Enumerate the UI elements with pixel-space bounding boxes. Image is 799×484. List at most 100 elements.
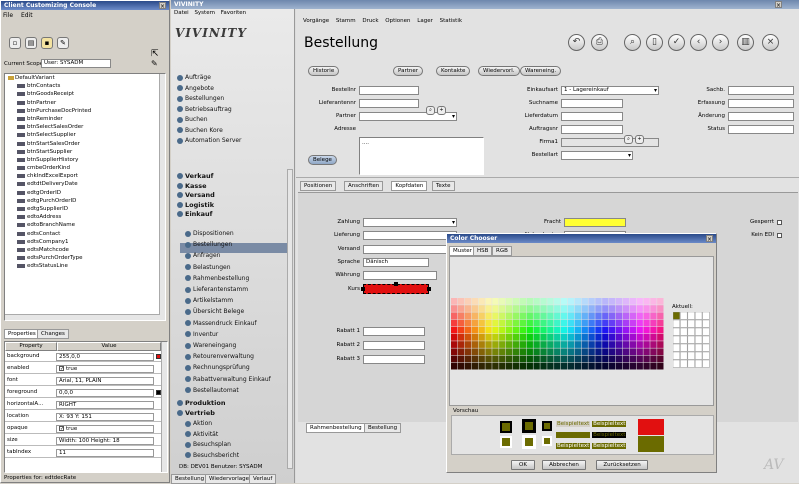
print-icon[interactable]: ⎙ — [591, 34, 608, 51]
swatch-cell[interactable] — [533, 348, 540, 356]
swatch-cell[interactable] — [478, 312, 485, 320]
swatch-cell[interactable] — [533, 341, 540, 348]
swatch-cell[interactable] — [478, 305, 485, 312]
recent-cell[interactable] — [672, 319, 681, 328]
swatch-cell[interactable] — [533, 305, 540, 312]
belege-button[interactable]: Belege — [308, 155, 337, 165]
field-änderung[interactable] — [728, 112, 794, 121]
tab-changes[interactable]: Changes — [37, 329, 69, 339]
prop-row[interactable]: foreground 0,0,0 — [5, 388, 162, 398]
edit-icon[interactable]: ✎ — [57, 37, 69, 49]
swatch-grid[interactable] — [451, 298, 664, 370]
swatch-cell[interactable] — [650, 355, 657, 363]
swatch-cell[interactable] — [581, 298, 588, 305]
swatch-cell[interactable] — [581, 355, 588, 363]
swatch-cell[interactable] — [512, 341, 520, 348]
swatch-cell[interactable] — [492, 341, 499, 348]
swatch-cell[interactable] — [588, 334, 595, 341]
swatch-cell[interactable] — [636, 319, 643, 327]
close-doc-icon[interactable]: × — [762, 34, 779, 51]
swatch-cell[interactable] — [457, 341, 465, 348]
menu-datei[interactable]: Datei — [174, 10, 189, 16]
swatch-cell[interactable] — [629, 348, 637, 356]
document-icon[interactable]: ▯ — [646, 34, 663, 51]
nav-item-rahmenbestellung[interactable]: Rahmenbestellung — [185, 275, 249, 282]
recent-cell[interactable] — [680, 319, 688, 328]
recent-cell[interactable] — [694, 359, 703, 368]
swatch-cell[interactable] — [567, 341, 575, 348]
swatch-cell[interactable] — [629, 305, 637, 312]
swatch-cell[interactable] — [650, 319, 657, 327]
undo-icon[interactable]: ↶ — [568, 34, 585, 51]
swatch-cell[interactable] — [609, 334, 616, 341]
tab-kopfdaten[interactable]: Kopfdaten — [391, 181, 428, 191]
swatch-cell[interactable] — [464, 326, 472, 334]
swatch-cell[interactable] — [540, 312, 547, 320]
swatch-cell[interactable] — [512, 362, 520, 370]
swatch-cell[interactable] — [657, 319, 664, 327]
field-bestellnr[interactable] — [359, 86, 419, 95]
swatch-cell[interactable] — [492, 362, 499, 370]
menu-druck[interactable]: Druck — [362, 18, 378, 24]
swatch-cell[interactable] — [602, 326, 609, 334]
swatch-cell[interactable] — [554, 319, 561, 327]
recent-cell[interactable] — [702, 319, 710, 328]
swatch-cell[interactable] — [581, 362, 588, 370]
recent-cell[interactable] — [702, 335, 710, 344]
swatch-cell[interactable] — [602, 341, 609, 348]
prop-value[interactable]: 11 — [56, 449, 154, 457]
field-versand[interactable] — [363, 244, 457, 254]
swatch-cell[interactable] — [622, 305, 630, 312]
tree-item[interactable]: btnPurchaseDocPrinted — [5, 107, 165, 115]
nav-item-aktivität[interactable]: Aktivität — [185, 431, 218, 438]
tree-item[interactable]: edtsCompany1 — [5, 238, 165, 246]
swatch-cell[interactable] — [519, 355, 527, 363]
swatch-cell[interactable] — [512, 326, 520, 334]
swatch-cell[interactable] — [650, 334, 657, 341]
swatch-cell[interactable] — [657, 362, 664, 370]
swatch-cell[interactable] — [636, 298, 643, 305]
swatch-cell[interactable] — [595, 362, 602, 370]
partner-button[interactable]: Partner — [393, 66, 423, 76]
swatch-cell[interactable] — [574, 355, 582, 363]
swatch-cell[interactable] — [588, 362, 595, 370]
tree-item[interactable]: edtsPurchOrderType — [5, 254, 165, 262]
prop-row[interactable]: tabIndex 11 — [5, 448, 162, 458]
swatch-cell[interactable] — [485, 312, 492, 320]
swatch-cell[interactable] — [547, 334, 554, 341]
search-icon[interactable]: ⌕ — [624, 34, 641, 51]
swatch-cell[interactable] — [574, 348, 582, 356]
tree-item[interactable]: btnPartner — [5, 99, 165, 107]
swatch-cell[interactable] — [581, 341, 588, 348]
swatch-cell[interactable] — [519, 341, 527, 348]
main-close-icon[interactable]: × — [775, 1, 782, 9]
swatch-cell[interactable] — [547, 362, 554, 370]
swatch-cell[interactable] — [657, 326, 664, 334]
swatch-cell[interactable] — [636, 355, 643, 363]
swatch-cell[interactable] — [471, 341, 478, 348]
recent-cell[interactable] — [680, 327, 688, 336]
checkbox[interactable]: ✓ — [59, 426, 64, 432]
recent-cell[interactable] — [672, 359, 681, 368]
swatch-cell[interactable] — [560, 334, 568, 341]
tree-item[interactable]: edtgSupplierID — [5, 205, 165, 213]
swatch-cell[interactable] — [567, 348, 575, 356]
tree-item[interactable]: btnSelectSupplier — [5, 131, 165, 139]
swatch-cell[interactable] — [657, 312, 664, 320]
swatch-cell[interactable] — [588, 326, 595, 334]
ok-button[interactable]: OK — [511, 460, 535, 470]
swatch-cell[interactable] — [505, 341, 513, 348]
swatch-cell[interactable] — [567, 298, 575, 305]
nav-item-bestellungen[interactable]: Bestellungen — [185, 241, 232, 248]
swatch-cell[interactable] — [512, 312, 520, 320]
tree-item[interactable]: btnReminder — [5, 115, 165, 123]
swatch-cell[interactable] — [636, 305, 643, 312]
nav-item-besuchsbericht[interactable]: Besuchsbericht — [185, 452, 239, 459]
tab-properties[interactable]: Properties — [4, 329, 40, 339]
adresse-textarea[interactable]: .... — [359, 137, 484, 175]
swatch-cell[interactable] — [485, 319, 492, 327]
swatch-cell[interactable] — [485, 334, 492, 341]
recent-cell[interactable] — [702, 359, 710, 368]
swatch-cell[interactable] — [595, 348, 602, 356]
wareneing-button[interactable]: Wareneing. — [520, 66, 562, 76]
